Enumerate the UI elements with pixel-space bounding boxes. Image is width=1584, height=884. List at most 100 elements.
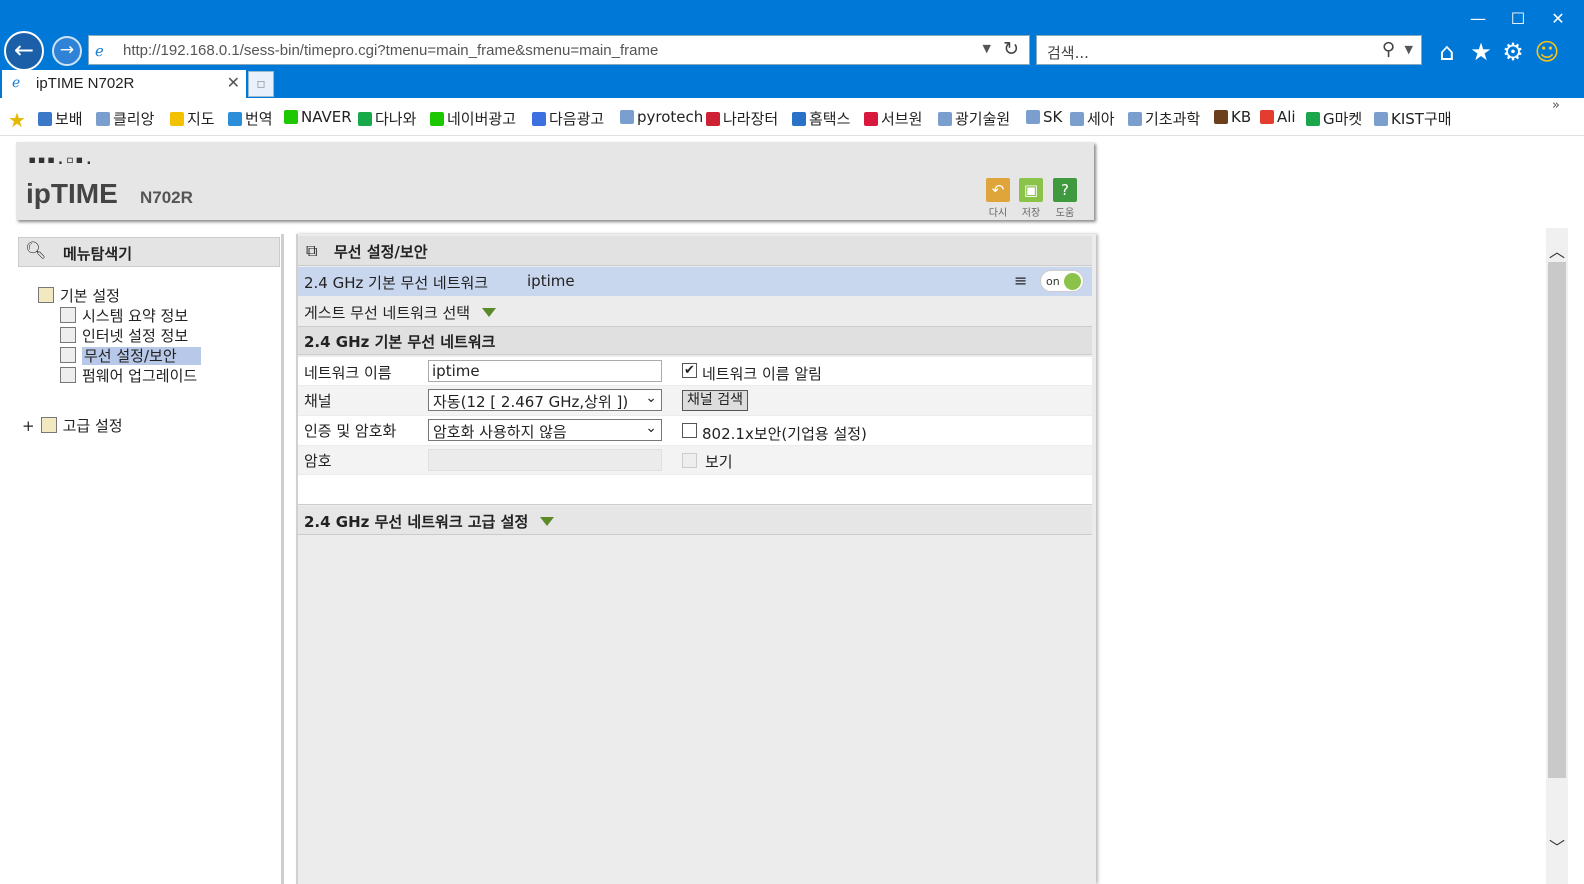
- new-tab-button[interactable]: ▫: [248, 71, 274, 97]
- main-title: 무선 설정/보안: [334, 243, 428, 261]
- favorite-link[interactable]: 나라장터: [706, 108, 778, 129]
- favorite-label: 보배: [55, 110, 83, 128]
- favorite-link[interactable]: SK: [1026, 108, 1062, 126]
- ie-page-icon: ℯ: [12, 75, 21, 91]
- favorite-link[interactable]: Ali: [1260, 108, 1296, 126]
- minimize-button[interactable]: —: [1458, 6, 1498, 32]
- auth-row: 인증 및 암호화 암호화 사용하지 않음 ⌄ 802.1x보안(기업용 설정): [298, 416, 1092, 445]
- tree-item-firmware-upgrade[interactable]: 펌웨어 업그레이드: [60, 365, 197, 386]
- search-box[interactable]: 검색... ⚲ ▼: [1036, 35, 1422, 65]
- network-row[interactable]: 2.4 GHz 기본 무선 네트워크 iptime ≡: [298, 267, 1092, 296]
- favorite-link[interactable]: 지도: [170, 108, 215, 129]
- favorite-link[interactable]: G마켓: [1306, 108, 1362, 129]
- favorite-link[interactable]: 기초과학: [1128, 108, 1200, 129]
- favorite-link[interactable]: 홈택스: [792, 108, 850, 129]
- section-title: 2.4 GHz 기본 무선 네트워크: [304, 333, 496, 351]
- expand-icon: +: [22, 417, 35, 435]
- favorite-label: pyrotech: [637, 108, 704, 126]
- wireless-toggle[interactable]: on: [1040, 270, 1084, 292]
- maximize-button[interactable]: ☐: [1498, 6, 1538, 32]
- chevron-down-icon[interactable]: ▼: [1405, 43, 1413, 56]
- chevron-down-icon: ⌄: [645, 390, 657, 406]
- favorite-label: 세아: [1087, 110, 1115, 128]
- tree-item-system-summary[interactable]: 시스템 요약 정보: [60, 305, 188, 326]
- favorite-icon: [96, 112, 110, 126]
- favorite-link[interactable]: 클리앙: [96, 108, 154, 129]
- chevron-down-icon[interactable]: ▼: [983, 42, 991, 55]
- guest-network-row[interactable]: 게스트 무선 네트워크 선택: [298, 297, 1092, 327]
- scroll-up-icon[interactable]: ︿: [1546, 238, 1568, 261]
- channel-search-button[interactable]: 채널 검색: [682, 390, 748, 411]
- folder-icon: [40, 417, 57, 433]
- tree-item-wireless-security[interactable]: 무선 설정/보안: [60, 345, 201, 366]
- ie-page-icon: ℯ: [95, 42, 104, 60]
- forward-button[interactable]: →: [52, 36, 82, 66]
- advanced-section-header[interactable]: 2.4 GHz 무선 네트워크 고급 설정: [298, 506, 1092, 535]
- favorite-label: G마켓: [1323, 110, 1363, 128]
- address-bar[interactable]: ℯ http://192.168.0.1/sess-bin/timepro.cg…: [88, 35, 1030, 65]
- network-name-row: 네트워크 이름 iptime ✔ 네트워크 이름 알림: [298, 357, 1092, 385]
- browser-tab[interactable]: ℯ ipTIME N702R ✕: [2, 70, 246, 98]
- tree-basic-settings[interactable]: 기본 설정: [38, 285, 120, 306]
- favorites-star-icon[interactable]: ★: [1466, 38, 1496, 66]
- favorite-link[interactable]: KIST구매: [1374, 108, 1452, 129]
- add-favorite-star-icon[interactable]: ★: [8, 108, 26, 132]
- favorite-link[interactable]: NAVER: [284, 108, 352, 126]
- close-tab-icon[interactable]: ✕: [227, 73, 240, 92]
- search-input[interactable]: 검색...: [1047, 42, 1089, 63]
- tree-item-internet-settings[interactable]: 인터넷 설정 정보: [60, 325, 188, 346]
- channel-row: 채널 자동(12 [ 2.467 GHz,상위 ]) ⌄ 채널 검색: [298, 386, 1092, 415]
- chart-icon: [60, 307, 76, 323]
- refresh-icon[interactable]: ↻: [1003, 38, 1019, 60]
- favorite-link[interactable]: 번역: [228, 108, 273, 129]
- gear-icon[interactable]: ⚙: [1498, 38, 1528, 66]
- network-name-input[interactable]: iptime: [428, 360, 662, 382]
- search-icon[interactable]: ⚲: [1382, 39, 1395, 60]
- logo-brand: ipTIME: [26, 178, 118, 209]
- favorite-link[interactable]: pyrotech: [620, 108, 703, 126]
- favorite-label: Ali: [1277, 108, 1296, 126]
- auth-select[interactable]: 암호화 사용하지 않음 ⌄: [428, 419, 662, 441]
- favorite-icon: [706, 112, 720, 126]
- save-icon[interactable]: ▣: [1019, 178, 1043, 202]
- favorite-label: KIST구매: [1391, 110, 1452, 128]
- favorite-link[interactable]: KB: [1214, 108, 1251, 126]
- favorite-link[interactable]: 네이버광고: [430, 108, 516, 129]
- section-header: 2.4 GHz 기본 무선 네트워크: [298, 327, 1092, 355]
- favorite-link[interactable]: 보배: [38, 108, 83, 129]
- tree-advanced-settings[interactable]: + 고급 설정: [22, 415, 123, 436]
- chevron-more-icon[interactable]: »: [1552, 98, 1560, 113]
- help-icon[interactable]: ?: [1053, 178, 1077, 202]
- favorite-link[interactable]: 다나와: [358, 108, 416, 129]
- favorite-label: 서브원: [881, 110, 923, 128]
- scrollbar-thumb[interactable]: [1548, 262, 1566, 778]
- home-icon[interactable]: ⌂: [1432, 38, 1462, 66]
- favorite-label: 다음광고: [549, 110, 605, 128]
- favorite-icon: [1306, 112, 1320, 126]
- filter-icon[interactable]: ≡: [1014, 271, 1027, 290]
- broadcast-checkbox[interactable]: ✔: [682, 363, 697, 378]
- favorite-label: 번역: [245, 110, 273, 128]
- favorite-label: 다나와: [375, 110, 417, 128]
- chevron-down-icon: ⌄: [645, 420, 657, 436]
- favorite-icon: [1214, 110, 1228, 124]
- scroll-down-icon[interactable]: ﹀: [1546, 834, 1568, 857]
- tree-item-label: 시스템 요약 정보: [82, 307, 189, 325]
- channel-select[interactable]: 자동(12 [ 2.467 GHz,상위 ]) ⌄: [428, 389, 662, 411]
- network-name-label: 네트워크 이름: [304, 364, 392, 382]
- tree-advanced-label: 고급 설정: [62, 417, 123, 435]
- favorite-icon: [938, 112, 952, 126]
- favorite-link[interactable]: 세아: [1070, 108, 1115, 129]
- close-window-button[interactable]: ✕: [1538, 6, 1578, 32]
- favorite-link[interactable]: 다음광고: [532, 108, 604, 129]
- dot1x-checkbox[interactable]: [682, 423, 697, 438]
- favorite-link[interactable]: 서브원: [864, 108, 922, 129]
- back-button[interactable]: ←: [4, 31, 44, 71]
- help-label: 도움: [1055, 208, 1075, 219]
- favorite-label: 지도: [187, 110, 215, 128]
- favorite-icon: [620, 110, 634, 124]
- favorite-label: 광기술원: [955, 110, 1011, 128]
- undo-icon[interactable]: ↶: [986, 178, 1010, 202]
- smiley-feedback-icon[interactable]: ☺: [1532, 38, 1562, 66]
- favorite-link[interactable]: 광기술원: [938, 108, 1010, 129]
